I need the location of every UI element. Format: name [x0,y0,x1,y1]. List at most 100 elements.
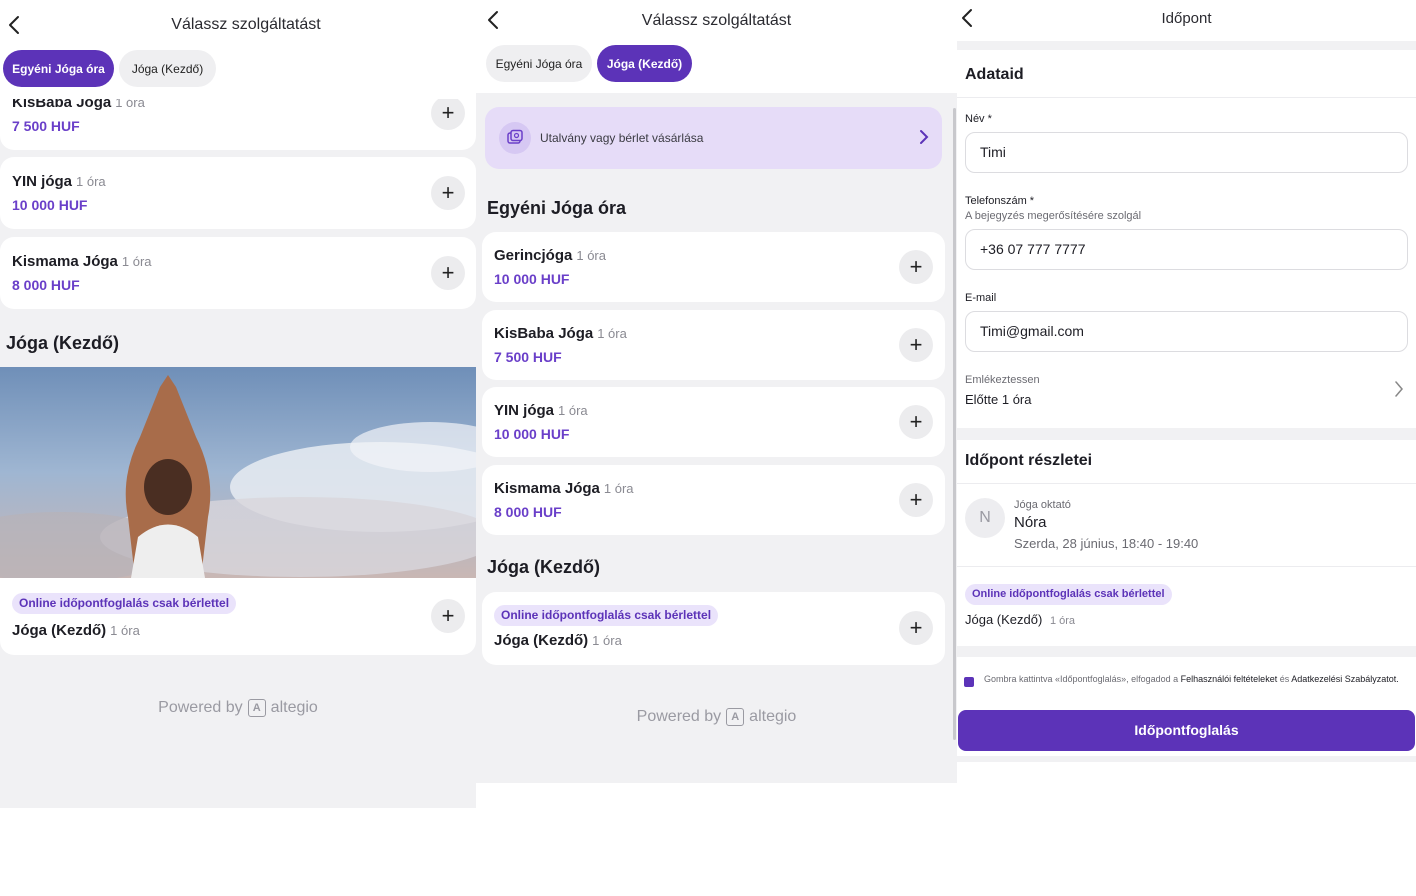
powered-by-label: Powered by [158,699,243,716]
service-name: Jóga (Kezdő) [494,632,589,649]
service-duration: 1 óra [592,633,622,648]
staff-card[interactable]: N Jóga oktató Nóra Szerda, 28 június, 18… [957,484,1416,566]
service-price: 10 000 HUF [12,197,88,213]
reminder-label: Emlékeztessen [965,374,1040,386]
appointment-datetime: Szerda, 28 június, 18:40 - 19:40 [1014,536,1199,551]
email-label: E-mail [965,292,997,304]
service-name: Kismama Jóga [494,480,600,497]
brand-name: altegio [270,699,318,716]
top-bar: Válassz szolgáltatást Egyéni Jóga óra Jó… [0,0,476,99]
service-list-screen-1: KisBaba Jóga 1 óra 7 500 HUF + Válassz sz… [0,0,476,808]
yoga-photo [0,367,476,578]
scrollbar[interactable] [953,108,956,740]
consent-text: Gombra kattintva «Időpontfoglalás», elfo… [984,673,1404,686]
service-name: Kismama Jóga [12,253,118,270]
service-duration: 1 óra [121,254,152,269]
add-service-button[interactable]: + [431,256,465,290]
booking-details-screen: Időpont Adataid Név * Timi Telefonszám *… [957,0,1416,762]
service-duration: 1 óra [597,326,627,341]
brand-name: altegio [749,708,797,725]
section-title: Egyéni Jóga óra [487,198,627,218]
plus-icon: + [909,615,923,640]
service-card-yin[interactable]: YIN jóga 1 óra 10 000 HUF + [0,157,476,229]
service-card-kismama[interactable]: Kismama Jóga 1 óra 8 000 HUF + [0,237,476,309]
service-price: 8 000 HUF [12,277,80,293]
service-card-yin[interactable]: YIN jóga 1 óra 10 000 HUF + [482,387,945,457]
consent-checkbox[interactable] [964,677,974,687]
service-card-gerincjoga[interactable]: Gerincjóga 1 óra 10 000 HUF + [482,232,945,302]
service-price: 8 000 HUF [494,504,562,520]
section-title: Jóga (Kezdő) [6,333,120,353]
chevron-right-icon [1394,380,1404,403]
divider [957,566,1416,567]
service-card-joga-kezdo[interactable]: Online időpontfoglalás csak bérlettel Jó… [482,592,945,665]
service-list-screen-2: Válassz szolgáltatást Egyéni Jóga óra Jó… [476,0,957,783]
add-service-button[interactable]: + [899,611,933,645]
add-service-button[interactable]: + [899,483,933,517]
top-bar: Válassz szolgáltatást Egyéni Jóga óra Jó… [476,0,957,93]
service-name: KisBaba Jóga [494,325,594,342]
service-price: 7 500 HUF [12,118,80,134]
service-name: YIN jóga [494,402,555,419]
booking-badge: Online időpontfoglalás csak bérlettel [494,605,719,626]
consent-and: és [1277,674,1292,684]
divider [957,646,1416,657]
service-price: 10 000 HUF [494,271,570,287]
voucher-button[interactable]: Utalvány vagy bérlet vásárlása [485,107,942,169]
service-price: 10 000 HUF [494,426,570,442]
tab-egyeni-joga[interactable]: Egyéni Jóga óra [486,45,592,82]
terms-link[interactable]: Felhasználói feltételeket [1181,674,1278,684]
add-service-button[interactable]: + [431,599,465,633]
plus-icon: + [909,254,923,279]
powered-by[interactable]: Powered by A altegio [476,708,957,726]
add-service-button[interactable]: + [431,176,465,210]
booking-badge: Online időpontfoglalás csak bérlettel [12,593,237,614]
service-duration: 1 óra [1049,615,1076,627]
service-card-joga-kezdo[interactable]: Online időpontfoglalás csak bérlettel Jó… [0,578,476,655]
service-name: Jóga (Kezdő) [965,612,1043,627]
staff-role: Jóga oktató [1014,499,1071,511]
section-title: Jóga (Kezdő) [487,557,601,577]
service-duration: 1 óra [576,248,606,263]
divider [957,428,1416,440]
privacy-link[interactable]: Adatkezelési Szabályzatot. [1291,674,1399,684]
add-service-button[interactable]: + [431,96,465,130]
name-field[interactable]: Timi [965,132,1408,173]
add-service-button[interactable]: + [899,328,933,362]
plus-icon: + [441,260,455,285]
add-service-button[interactable]: + [899,250,933,284]
tab-joga-kezdo[interactable]: Jóga (Kezdő) [119,50,216,87]
service-duration: 1 óra [76,174,106,189]
service-duration: 1 óra [110,623,140,638]
book-button[interactable]: Időpontfoglalás [958,710,1415,751]
voucher-icon [499,122,531,154]
page-title: Időpont [1161,10,1212,27]
page-title: Válassz szolgáltatást [641,12,792,29]
plus-icon: + [441,603,455,628]
add-service-button[interactable]: + [899,405,933,439]
service-card-kismama[interactable]: Kismama Jóga 1 óra 8 000 HUF + [482,465,945,535]
service-name: Jóga (Kezdő) [12,622,107,639]
service-name: YIN jóga [12,173,73,190]
name-label: Név * [965,113,992,125]
plus-icon: + [909,332,923,357]
reminder-value: Előtte 1 óra [965,392,1032,407]
service-duration: 1 óra [603,481,634,496]
details-title: Adataid [965,66,1024,83]
voucher-label: Utalvány vagy bérlet vásárlása [540,131,704,145]
phone-label: Telefonszám * [965,195,1035,207]
staff-name: Nóra [1014,514,1047,531]
altegio-logo-icon: A [247,699,266,717]
service-card-kisbaba[interactable]: KisBaba Jóga 1 óra 7 500 HUF + [482,310,945,380]
service-name: Gerincjóga [494,247,573,264]
tab-egyeni-joga[interactable]: Egyéni Jóga óra [3,50,114,87]
divider [957,41,1416,50]
phone-hint: A bejegyzés megerősítésére szolgál [965,210,1142,222]
phone-field[interactable]: +36 07 777 7777 [965,229,1408,270]
powered-by[interactable]: Powered by A altegio [0,699,476,717]
tab-joga-kezdo[interactable]: Jóga (Kezdő) [597,45,692,82]
appointment-title: Időpont részletei [965,452,1093,469]
avatar: N [965,498,1005,538]
email-field[interactable]: Timi@gmail.com [965,311,1408,352]
reminder-select[interactable]: Emlékeztessen Előtte 1 óra [957,366,1416,416]
